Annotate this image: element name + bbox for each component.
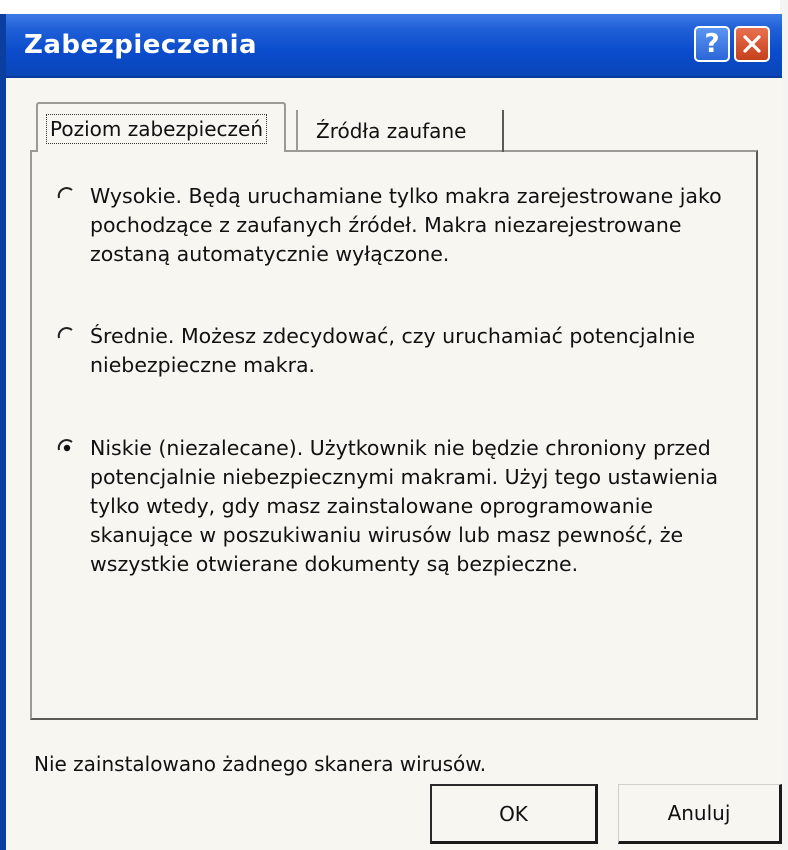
security-level-low[interactable]: Niskie (niezalecane). Użytkownik nie będ…: [57, 434, 736, 579]
tab-security-level[interactable]: Poziom zabezpieczeń: [36, 102, 286, 152]
radio-medium[interactable]: [56, 326, 76, 346]
security-level-low-label: Niskie (niezalecane). Użytkownik nie będ…: [90, 436, 719, 576]
tab-panel: Wysokie. Będą uruchamiane tylko makra za…: [30, 150, 758, 720]
close-icon: [743, 35, 761, 53]
tab-security-level-label: Poziom zabezpieczeń: [46, 114, 267, 144]
title-bar[interactable]: Zabezpieczenia ?: [6, 14, 782, 78]
close-button[interactable]: [734, 26, 770, 62]
security-level-high-label: Wysokie. Będą uruchamiane tylko makra za…: [90, 184, 722, 266]
tab-trusted-sources-label: Źródła zaufane: [316, 119, 467, 143]
security-dialog: Zabezpieczenia ? Wysokie. Będą uruchamia…: [0, 14, 782, 850]
dialog-title: Zabezpieczenia: [24, 30, 258, 60]
security-level-medium-label: Średnie. Możesz zdecydować, czy uruchami…: [90, 324, 696, 377]
security-level-high[interactable]: Wysokie. Będą uruchamiane tylko makra za…: [57, 182, 736, 269]
cancel-button[interactable]: Anuluj: [618, 784, 782, 844]
radio-high[interactable]: [56, 186, 76, 206]
tab-trusted-sources[interactable]: Źródła zaufane: [296, 110, 504, 152]
radio-low-selected[interactable]: [56, 438, 76, 458]
virus-scanner-status: Nie zainstalowano żadnego skanera wirusó…: [34, 752, 487, 776]
ok-button[interactable]: OK: [430, 784, 598, 844]
help-button[interactable]: ?: [694, 26, 730, 62]
security-level-medium[interactable]: Średnie. Możesz zdecydować, czy uruchami…: [57, 322, 736, 380]
help-icon: ?: [704, 29, 720, 59]
